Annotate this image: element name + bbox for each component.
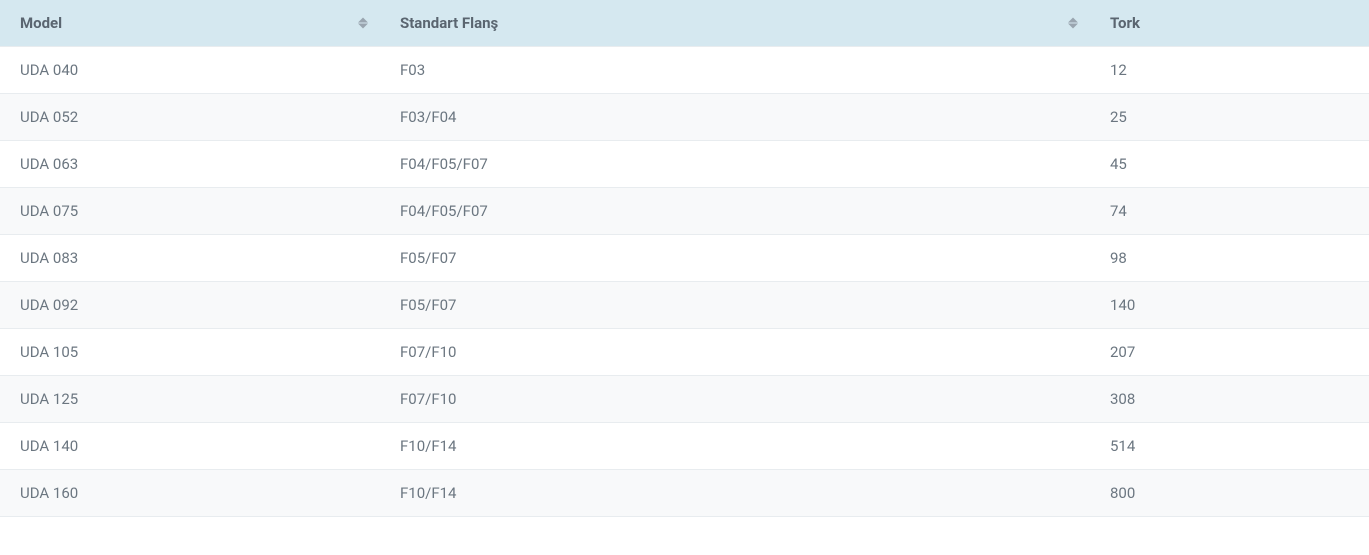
cell-model: UDA 083 xyxy=(0,235,380,282)
cell-flange: F07/F10 xyxy=(380,376,1090,423)
header-label-model: Model xyxy=(20,14,62,32)
table-row: UDA 063F04/F05/F0745 xyxy=(0,141,1369,188)
cell-tork: 514 xyxy=(1090,423,1369,470)
cell-flange: F05/F07 xyxy=(380,282,1090,329)
table-row: UDA 040F0312 xyxy=(0,47,1369,94)
table-row: UDA 125F07/F10308 xyxy=(0,376,1369,423)
cell-tork: 25 xyxy=(1090,94,1369,141)
table-row: UDA 075F04/F05/F0774 xyxy=(0,188,1369,235)
table-row: UDA 160F10/F14800 xyxy=(0,470,1369,517)
cell-tork: 98 xyxy=(1090,235,1369,282)
cell-tork: 45 xyxy=(1090,141,1369,188)
header-label-flange: Standart Flanş xyxy=(400,14,498,32)
column-header-model[interactable]: Model xyxy=(0,0,380,47)
cell-tork: 140 xyxy=(1090,282,1369,329)
sort-icon xyxy=(358,18,368,29)
table-row: UDA 092F05/F07140 xyxy=(0,282,1369,329)
cell-model: UDA 052 xyxy=(0,94,380,141)
cell-flange: F10/F14 xyxy=(380,423,1090,470)
cell-flange: F03 xyxy=(380,47,1090,94)
table-row: UDA 140F10/F14514 xyxy=(0,423,1369,470)
cell-flange: F10/F14 xyxy=(380,470,1090,517)
column-header-tork[interactable]: Tork xyxy=(1090,0,1369,47)
column-header-flange[interactable]: Standart Flanş xyxy=(380,0,1090,47)
cell-model: UDA 140 xyxy=(0,423,380,470)
cell-tork: 12 xyxy=(1090,47,1369,94)
cell-model: UDA 075 xyxy=(0,188,380,235)
cell-flange: F04/F05/F07 xyxy=(380,188,1090,235)
cell-flange: F07/F10 xyxy=(380,329,1090,376)
cell-model: UDA 092 xyxy=(0,282,380,329)
table-header-row: Model Standart Flanş Tork xyxy=(0,0,1369,47)
table-body: UDA 040F0312UDA 052F03/F0425UDA 063F04/F… xyxy=(0,47,1369,517)
header-label-tork: Tork xyxy=(1110,14,1140,32)
table-row: UDA 052F03/F0425 xyxy=(0,94,1369,141)
cell-tork: 308 xyxy=(1090,376,1369,423)
table-row: UDA 083F05/F0798 xyxy=(0,235,1369,282)
cell-tork: 74 xyxy=(1090,188,1369,235)
cell-flange: F04/F05/F07 xyxy=(380,141,1090,188)
data-table: Model Standart Flanş Tork UDA 040F0312UD… xyxy=(0,0,1369,517)
table-row: UDA 105F07/F10207 xyxy=(0,329,1369,376)
cell-model: UDA 063 xyxy=(0,141,380,188)
sort-icon xyxy=(1068,18,1078,29)
cell-tork: 207 xyxy=(1090,329,1369,376)
cell-model: UDA 105 xyxy=(0,329,380,376)
cell-flange: F03/F04 xyxy=(380,94,1090,141)
cell-model: UDA 160 xyxy=(0,470,380,517)
cell-flange: F05/F07 xyxy=(380,235,1090,282)
cell-model: UDA 040 xyxy=(0,47,380,94)
cell-tork: 800 xyxy=(1090,470,1369,517)
cell-model: UDA 125 xyxy=(0,376,380,423)
